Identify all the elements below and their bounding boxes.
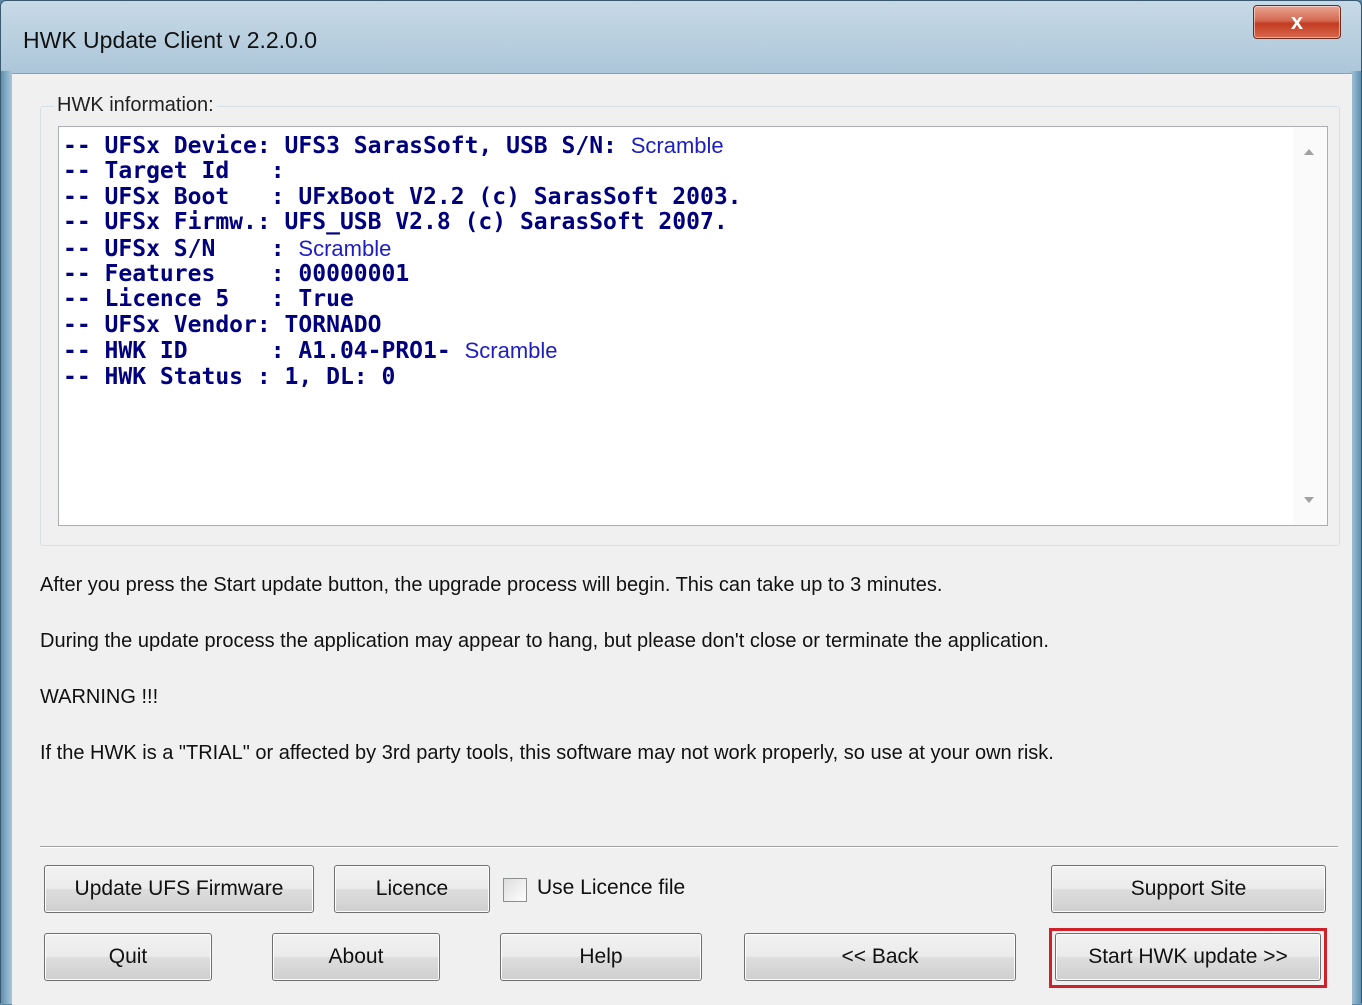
quit-button[interactable]: Quit <box>44 933 212 981</box>
about-button[interactable]: About <box>272 933 440 981</box>
info-line-text: -- UFSx Vendor: TORNADO <box>63 311 382 338</box>
back-button[interactable]: << Back <box>744 933 1016 981</box>
info-line: -- HWK ID : A1.04-PRO1- Scramble <box>63 338 742 364</box>
info-line-text: -- Features : 00000001 <box>63 261 410 288</box>
scroll-down-arrow-icon[interactable] <box>1304 497 1314 503</box>
client-area: HWK information: -- UFSx Device: UFS3 Sa… <box>12 73 1352 1005</box>
hwk-info-lines: -- UFSx Device: UFS3 SarasSoft, USB S/N:… <box>63 133 742 390</box>
close-button[interactable]: x <box>1253 5 1341 39</box>
info-line: -- UFSx Firmw.: UFS_USB V2.8 (c) SarasSo… <box>63 210 742 235</box>
vertical-scrollbar[interactable] <box>1293 127 1327 525</box>
warning-heading: WARNING !!! <box>40 686 159 708</box>
info-line-text: -- Target Id : <box>63 158 285 185</box>
info-message-hang: During the update process the applicatio… <box>40 630 1049 652</box>
use-licence-file-label[interactable]: Use Licence file <box>537 876 685 900</box>
licence-button[interactable]: Licence <box>334 865 490 913</box>
info-line: -- Target Id : <box>63 159 742 184</box>
info-line: -- Licence 5 : True <box>63 287 742 312</box>
support-site-button[interactable]: Support Site <box>1051 865 1326 913</box>
window-frame-left <box>1 71 12 1004</box>
info-line: -- HWK Status : 1, DL: 0 <box>63 363 742 390</box>
info-line: -- UFSx S/N : Scramble <box>63 236 742 262</box>
info-line-scramble: Scramble <box>464 338 558 364</box>
info-line: -- Features : 00000001 <box>63 261 742 288</box>
info-line-text: -- UFSx S/N : <box>63 235 299 262</box>
help-button[interactable]: Help <box>500 933 702 981</box>
title-bar[interactable]: HWK Update Client v 2.2.0.0 x <box>1 1 1361 73</box>
info-line-text: -- UFSx Boot : UFxBoot V2.2 (c) SarasSof… <box>63 183 742 210</box>
use-licence-file-checkbox[interactable] <box>503 878 527 902</box>
info-line: -- UFSx Boot : UFxBoot V2.2 (c) SarasSof… <box>63 183 742 210</box>
start-update-highlight <box>1049 928 1327 988</box>
hwk-info-label: HWK information: <box>54 94 217 117</box>
hwk-info-textbox[interactable]: -- UFSx Device: UFS3 SarasSoft, USB S/N:… <box>58 126 1328 526</box>
info-line-scramble: Scramble <box>298 235 392 261</box>
window-title: HWK Update Client v 2.2.0.0 <box>23 27 318 53</box>
info-line-text: -- Licence 5 : True <box>63 286 354 313</box>
info-line-scramble: Scramble <box>630 133 724 158</box>
info-line-text: -- HWK Status : 1, DL: 0 <box>63 363 396 390</box>
warning-message: If the HWK is a "TRIAL" or affected by 3… <box>40 742 1054 764</box>
info-line-text: -- UFSx Device: UFS3 SarasSoft, USB S/N: <box>63 133 631 159</box>
app-window: HWK Update Client v 2.2.0.0 x HWK inform… <box>0 0 1362 1005</box>
button-separator <box>40 846 1338 848</box>
scroll-up-arrow-icon[interactable] <box>1304 149 1314 155</box>
info-message-start: After you press the Start update button,… <box>40 574 943 596</box>
info-line: -- UFSx Device: UFS3 SarasSoft, USB S/N:… <box>63 133 742 159</box>
update-ufs-firmware-button[interactable]: Update UFS Firmware <box>44 865 314 913</box>
info-line-text: -- HWK ID : A1.04-PRO1- <box>63 338 465 365</box>
info-line-text: -- UFSx Firmw.: UFS_USB V2.8 (c) SarasSo… <box>63 209 728 236</box>
info-line: -- UFSx Vendor: TORNADO <box>63 311 742 338</box>
